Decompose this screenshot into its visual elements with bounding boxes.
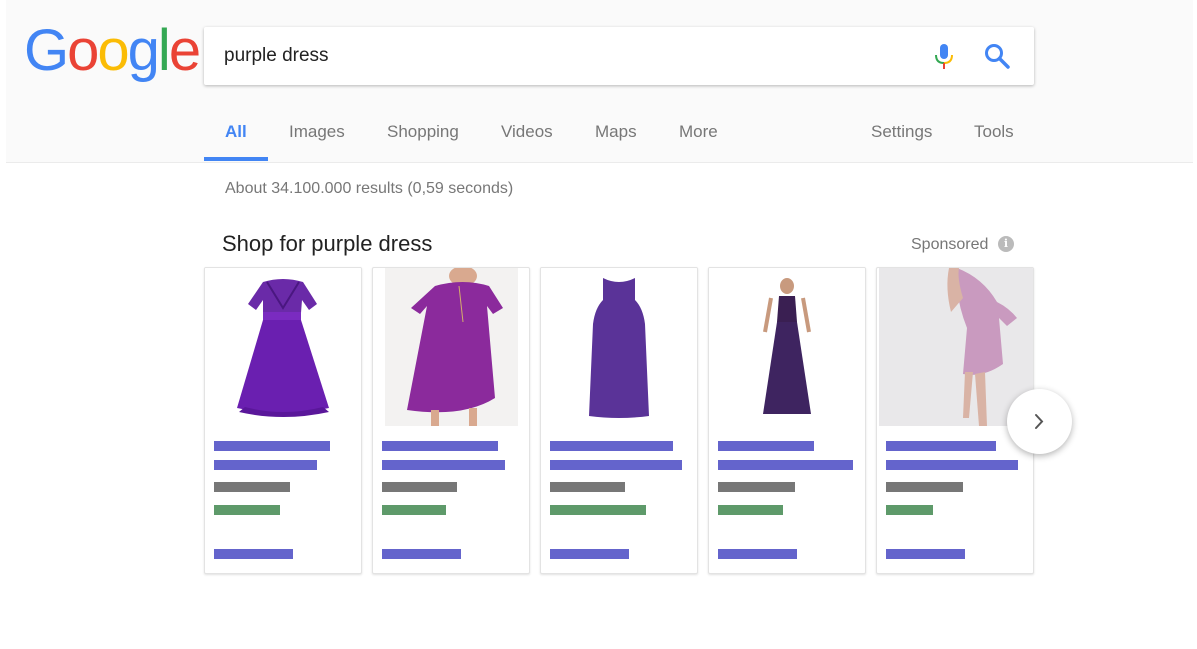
logo-letter-o1: o [67, 18, 99, 83]
product-image[interactable] [879, 268, 1033, 426]
product-shipping[interactable] [214, 549, 293, 559]
product-title-line[interactable] [214, 441, 330, 451]
search-input[interactable] [224, 27, 904, 85]
product-image[interactable] [541, 268, 697, 426]
product-shipping[interactable] [718, 549, 797, 559]
tab-more[interactable]: More [679, 122, 718, 142]
product-shipping[interactable] [886, 549, 965, 559]
result-stats: About 34.100.000 results (0,59 seconds) [225, 180, 514, 197]
product-card[interactable] [372, 267, 530, 574]
product-title-line[interactable] [382, 460, 505, 470]
product-price [886, 482, 963, 492]
product-title-line[interactable] [382, 441, 498, 451]
tab-maps[interactable]: Maps [595, 122, 637, 142]
logo-letter-g: G [24, 18, 69, 83]
product-shipping[interactable] [382, 549, 461, 559]
active-tab-indicator [204, 157, 268, 161]
tab-videos[interactable]: Videos [501, 122, 553, 142]
sponsored-label: Sponsored [911, 236, 989, 253]
logo-letter-e: e [168, 18, 201, 83]
product-card[interactable] [540, 267, 698, 574]
product-image[interactable] [385, 268, 518, 426]
product-card[interactable] [708, 267, 866, 574]
product-title-line[interactable] [886, 460, 1018, 470]
product-title-line[interactable] [550, 460, 682, 470]
product-store [886, 505, 933, 515]
product-store [214, 505, 280, 515]
tab-all[interactable]: All [225, 122, 247, 142]
tab-shopping[interactable]: Shopping [387, 122, 459, 142]
shopping-title[interactable]: Shop for purple dress [222, 231, 432, 257]
product-store [718, 505, 783, 515]
search-box [204, 27, 1034, 85]
product-title-line[interactable] [718, 441, 814, 451]
product-price [214, 482, 290, 492]
product-store [550, 505, 646, 515]
tab-images[interactable]: Images [289, 122, 345, 142]
carousel-next-button[interactable] [1007, 389, 1072, 454]
product-title-line[interactable] [550, 441, 673, 451]
search-icon[interactable] [983, 42, 1011, 70]
logo-letter-o2: o [97, 18, 129, 83]
product-price [718, 482, 795, 492]
info-icon[interactable]: i [998, 236, 1014, 252]
product-title-line[interactable] [214, 460, 317, 470]
google-logo[interactable]: Google [24, 18, 201, 83]
product-store [382, 505, 446, 515]
product-price [382, 482, 457, 492]
logo-letter-g2: g [127, 18, 160, 83]
product-image[interactable] [709, 268, 865, 426]
chevron-right-icon [1035, 414, 1044, 429]
mic-icon[interactable] [933, 43, 955, 71]
settings-link[interactable]: Settings [871, 122, 932, 142]
logo-letter-l: l [157, 18, 171, 83]
product-shipping[interactable] [550, 549, 629, 559]
tools-link[interactable]: Tools [974, 122, 1014, 142]
product-title-line[interactable] [718, 460, 853, 470]
product-price [550, 482, 625, 492]
product-title-line[interactable] [886, 441, 996, 451]
product-image[interactable] [205, 268, 361, 426]
product-card[interactable] [204, 267, 362, 574]
